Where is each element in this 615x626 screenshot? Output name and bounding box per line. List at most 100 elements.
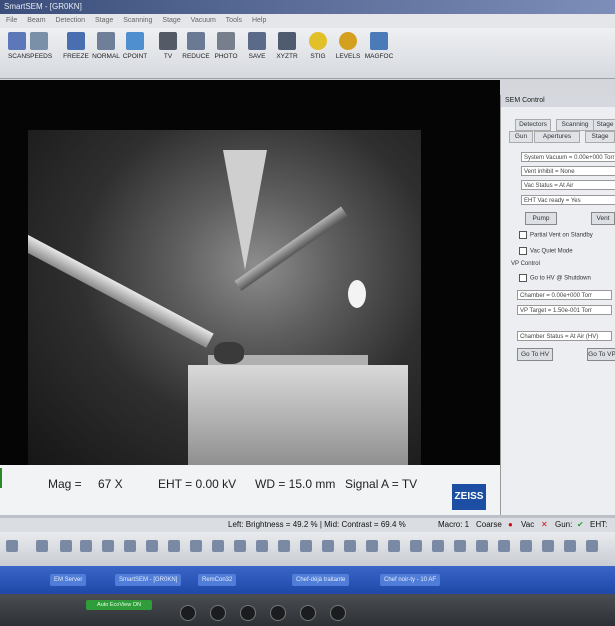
- panel-tabs: Detectors Scanning Stage Gun Apertures S…: [501, 107, 615, 143]
- monitor-button[interactable]: [270, 605, 286, 621]
- freeze-icon: [67, 32, 85, 50]
- photo-icon: [217, 32, 235, 50]
- mag-label: Mag =: [48, 477, 82, 491]
- wd-readout: WD = 15.0 mm: [255, 477, 336, 491]
- bottom-tool-icon[interactable]: [322, 540, 334, 552]
- bottom-tool-icon[interactable]: [168, 540, 180, 552]
- chamber-status-field: Chamber Status = At Air (HV): [517, 331, 612, 341]
- vp-target-field[interactable]: VP Target = 1.50e-001 Torr: [517, 305, 612, 315]
- menu-detection[interactable]: Detection: [55, 17, 85, 24]
- monitor-screen: SmartSEM - [GR0KN] File Beam Detection S…: [0, 0, 615, 626]
- menu-beam[interactable]: Beam: [27, 17, 45, 24]
- bottom-tool-icon[interactable]: [146, 540, 158, 552]
- tab-stage-top[interactable]: Stage: [593, 119, 615, 131]
- menu-stage-2[interactable]: Stage: [162, 17, 180, 24]
- save-button[interactable]: SAVE: [240, 32, 274, 60]
- bottom-tool-icon[interactable]: [278, 540, 290, 552]
- vp-control-label: VP Control: [511, 261, 540, 267]
- bottom-tool-icon[interactable]: [476, 540, 488, 552]
- bottom-tool-icon[interactable]: [520, 540, 532, 552]
- bottom-toolbar: [0, 532, 615, 566]
- bottom-tool-icon[interactable]: [366, 540, 378, 552]
- vent-inhibit-field: Vent inhibit = None: [521, 166, 615, 176]
- tab-apertures[interactable]: Apertures: [534, 131, 580, 143]
- micromanipulator-needle: [28, 220, 214, 348]
- reduce-button[interactable]: REDUCE: [179, 32, 213, 60]
- coarse-label: Coarse: [476, 520, 502, 529]
- bottom-tool-icon[interactable]: [102, 540, 114, 552]
- monitor-button[interactable]: [180, 605, 196, 621]
- bottom-tool-icon[interactable]: [410, 540, 422, 552]
- partial-vent-checkbox[interactable]: Partial Vent on Standby: [519, 231, 593, 239]
- bottom-tool-icon[interactable]: [190, 540, 202, 552]
- taskbar-item-smartsem[interactable]: SmartSEM - [GR0KN]: [115, 574, 182, 586]
- tab-stage[interactable]: Stage: [585, 131, 615, 143]
- vac-quiet-checkbox[interactable]: Vac Quiet Mode: [519, 247, 573, 255]
- go-to-vp-button[interactable]: Go To VP: [587, 348, 615, 361]
- bottom-tool-icon[interactable]: [432, 540, 444, 552]
- bottom-tool-icon[interactable]: [212, 540, 224, 552]
- bottom-tool-icon[interactable]: [454, 540, 466, 552]
- bottom-tool-icon[interactable]: [344, 540, 356, 552]
- bottom-tool-icon[interactable]: [564, 540, 576, 552]
- checkbox-icon: [519, 274, 527, 282]
- taskbar-item-chef-2[interactable]: Chef noir-ty - 10 AF: [380, 574, 441, 586]
- go-to-hv-button[interactable]: Go To HV: [517, 348, 553, 361]
- vent-button[interactable]: Vent: [591, 212, 615, 225]
- cpoint-icon: [126, 32, 144, 50]
- eht-vac-ready-field: EHT Vac ready = Yes: [521, 195, 615, 205]
- tab-scanning[interactable]: Scanning: [556, 119, 594, 131]
- monitor-button[interactable]: [330, 605, 346, 621]
- bottom-tool-icon[interactable]: [124, 540, 136, 552]
- menu-vacuum[interactable]: Vacuum: [191, 17, 216, 24]
- bottom-tool-icon[interactable]: [60, 540, 72, 552]
- bottom-tool-icon[interactable]: [36, 540, 48, 552]
- eco-indicator: Auto EcoView ON: [86, 600, 152, 610]
- menu-tools[interactable]: Tools: [226, 17, 242, 24]
- monitor-button[interactable]: [240, 605, 256, 621]
- go-hv-shutdown-checkbox[interactable]: Go to HV @ Shutdown: [519, 274, 591, 282]
- bottom-tool-icon[interactable]: [498, 540, 510, 552]
- bottom-tool-icon[interactable]: [80, 540, 92, 552]
- monitor-button[interactable]: [300, 605, 316, 621]
- pump-button[interactable]: Pump: [525, 212, 557, 225]
- photo-button[interactable]: PHOTO: [209, 32, 243, 60]
- freeze-button[interactable]: FREEZE: [59, 32, 93, 60]
- main-toolbar: SCAN SPEEDS FREEZE NORMAL CPOINT TV REDU…: [0, 28, 615, 79]
- sem-live-image[interactable]: [28, 130, 421, 470]
- window-title: SmartSEM - [GR0KN]: [0, 0, 615, 14]
- menu-scanning[interactable]: Scanning: [123, 17, 152, 24]
- monitor-button[interactable]: [210, 605, 226, 621]
- bottom-tool-icon[interactable]: [300, 540, 312, 552]
- menu-file[interactable]: File: [6, 17, 17, 24]
- brightness-contrast-bar: Left: Brightness = 49.2 % | Mid: Contras…: [0, 518, 615, 532]
- bottom-tool-icon[interactable]: [586, 540, 598, 552]
- tab-detectors[interactable]: Detectors: [515, 119, 551, 131]
- sample-particle: [214, 342, 244, 364]
- tab-gun[interactable]: Gun: [509, 131, 533, 143]
- levels-button[interactable]: LEVELS: [331, 32, 365, 60]
- macro-readout: Macro: 1: [438, 520, 470, 529]
- bottom-tool-icon[interactable]: [256, 540, 268, 552]
- taskbar-item-chef-1[interactable]: Chef-déjà traitante: [292, 574, 350, 586]
- bottom-tool-icon[interactable]: [234, 540, 246, 552]
- taskbar-item-remcon[interactable]: RemCon32: [198, 574, 237, 586]
- sem-control-panel: SEM Control Detectors Scanning Stage Gun…: [500, 95, 615, 515]
- mag-value: 67 X: [98, 477, 123, 491]
- cpoint-button[interactable]: CPOINT: [118, 32, 152, 60]
- stig-icon: [309, 32, 327, 50]
- tv-icon: [159, 32, 177, 50]
- bottom-tool-icon[interactable]: [6, 540, 18, 552]
- vac-label: Vac: [521, 520, 535, 529]
- speeds-button[interactable]: SPEEDS: [22, 32, 56, 60]
- menu-help[interactable]: Help: [252, 17, 266, 24]
- stig-button[interactable]: STIG: [301, 32, 335, 60]
- save-icon: [248, 32, 266, 50]
- bottom-tool-icon[interactable]: [542, 540, 554, 552]
- xyztr-button[interactable]: XYZTR: [270, 32, 304, 60]
- bottom-tool-icon[interactable]: [388, 540, 400, 552]
- taskbar-item-em-server[interactable]: EM Server: [50, 574, 87, 586]
- zeiss-logo: ZEISS: [452, 484, 486, 510]
- menu-stage[interactable]: Stage: [95, 17, 113, 24]
- magfoc-button[interactable]: MAGFOC: [362, 32, 396, 60]
